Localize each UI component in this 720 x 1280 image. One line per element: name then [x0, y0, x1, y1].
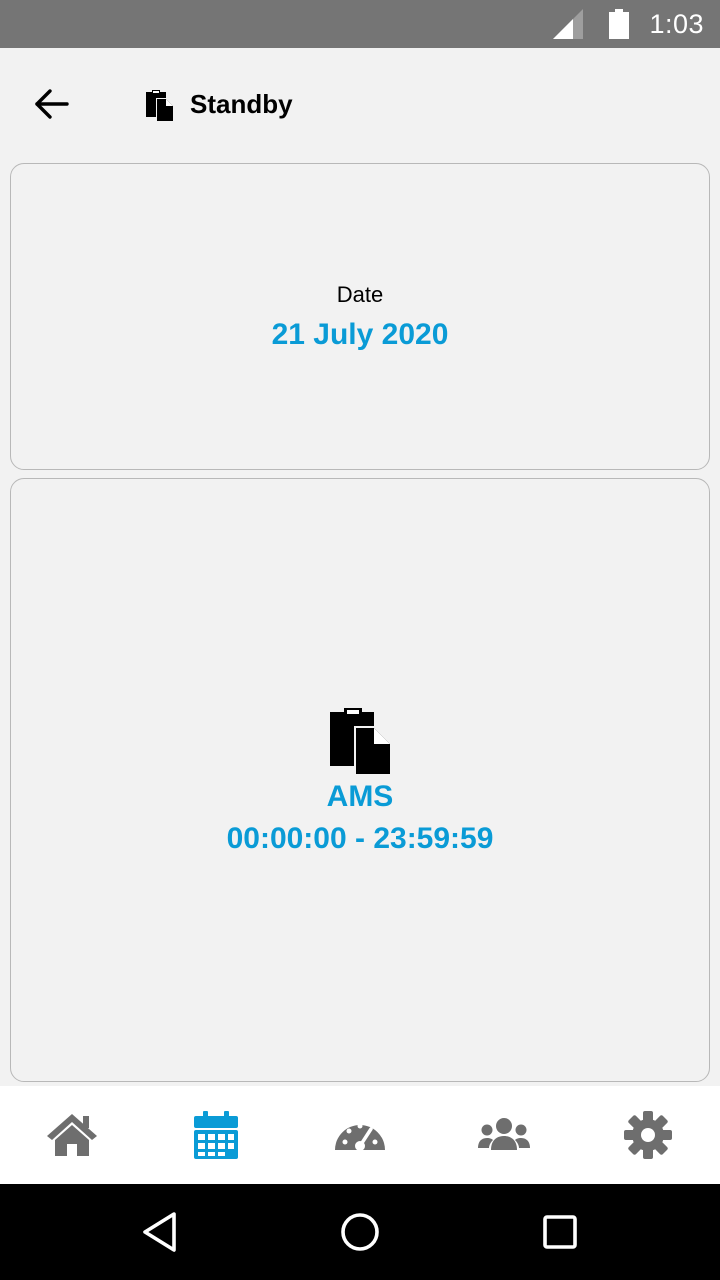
speedometer-icon — [335, 1123, 385, 1151]
duty-code: AMS — [326, 780, 394, 813]
date-value: 21 July 2020 — [271, 317, 449, 351]
page-title-group: Standby — [144, 86, 293, 122]
square-recents-icon — [543, 1215, 577, 1249]
calendar-icon — [194, 1111, 238, 1159]
arrow-left-icon — [35, 89, 69, 119]
page-title: Standby — [190, 88, 293, 119]
system-home-button[interactable] — [336, 1208, 384, 1256]
nav-team[interactable] — [454, 1095, 554, 1175]
system-nav-bar — [0, 1184, 720, 1280]
clipboard-icon — [146, 90, 173, 121]
signal-icon — [553, 9, 584, 39]
system-back-button[interactable] — [136, 1208, 184, 1256]
settings-icon — [624, 1111, 672, 1159]
triangle-back-icon — [143, 1212, 176, 1252]
app-bar: Standby — [0, 48, 720, 160]
clipboard-icon — [330, 708, 390, 774]
duty-card[interactable]: AMS 00:00:00 - 23:59:59 — [10, 478, 710, 1082]
duty-time-range: 00:00:00 - 23:59:59 — [226, 822, 494, 855]
circle-home-icon — [341, 1213, 379, 1251]
nav-calendar[interactable] — [166, 1095, 266, 1175]
back-button[interactable] — [26, 78, 78, 130]
date-label: Date — [336, 281, 384, 307]
status-bar: 1:03 — [0, 0, 720, 48]
system-recents-button[interactable] — [536, 1208, 584, 1256]
nav-home[interactable] — [22, 1095, 122, 1175]
home-icon — [47, 1114, 97, 1156]
date-card: Date 21 July 2020 — [10, 163, 710, 470]
nav-settings[interactable] — [598, 1095, 698, 1175]
status-time: 1:03 — [649, 8, 704, 39]
bottom-nav — [0, 1086, 720, 1184]
battery-icon — [609, 9, 630, 39]
users-icon — [478, 1118, 530, 1150]
nav-dashboard[interactable] — [310, 1095, 410, 1175]
